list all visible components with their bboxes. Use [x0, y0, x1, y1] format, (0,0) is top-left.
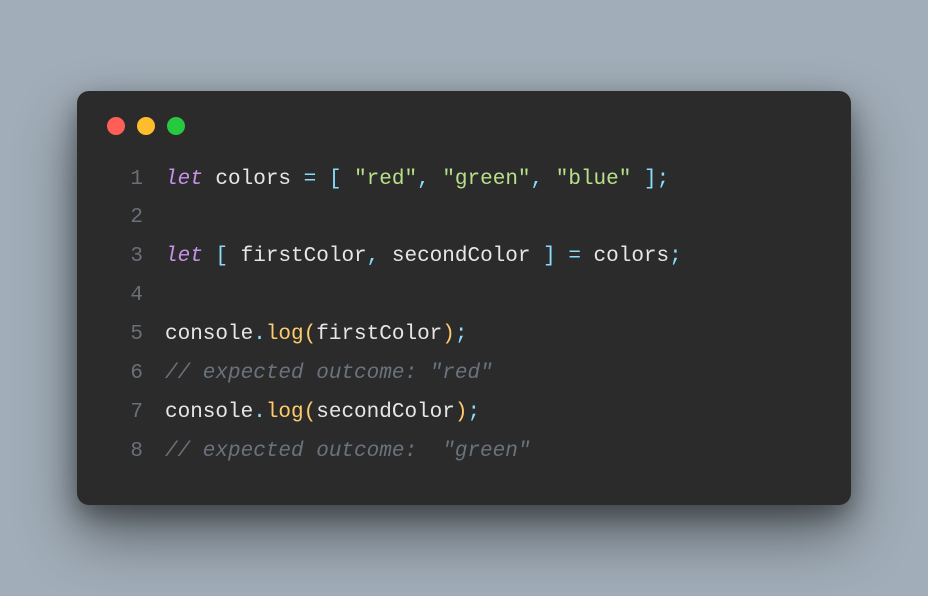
code-token: ; [669, 245, 682, 268]
code-token: "red" [354, 168, 417, 191]
line-number: 1 [105, 161, 143, 200]
code-token: "blue" [556, 168, 632, 191]
code-token: . [253, 323, 266, 346]
code-token [556, 245, 569, 268]
code-token: let [165, 168, 203, 191]
window-close-icon[interactable] [107, 117, 125, 135]
code-line: 4 [105, 277, 823, 316]
code-token: console [165, 323, 253, 346]
code-token: , [367, 245, 380, 268]
line-number: 4 [105, 277, 143, 316]
code-token: = [304, 168, 317, 191]
code-token [203, 245, 216, 268]
code-token: [ [215, 245, 228, 268]
window-zoom-icon[interactable] [167, 117, 185, 135]
code-token: = [568, 245, 581, 268]
code-token: . [253, 401, 266, 424]
code-token [543, 168, 556, 191]
code-token: "green" [442, 168, 530, 191]
code-token: ) [442, 323, 455, 346]
code-token: ; [467, 401, 480, 424]
code-token: firstColor [316, 323, 442, 346]
line-number: 6 [105, 355, 143, 394]
code-token: // expected outcome: "green" [165, 440, 530, 463]
code-token: ] [543, 245, 556, 268]
line-content: console.log(secondColor); [165, 394, 480, 433]
code-token: log [266, 323, 304, 346]
code-token: log [266, 401, 304, 424]
code-token [430, 168, 443, 191]
line-number: 7 [105, 394, 143, 433]
code-token: secondColor [379, 245, 543, 268]
code-token: , [417, 168, 430, 191]
code-token: ; [455, 323, 468, 346]
code-window: 1 let colors = [ "red", "green", "blue" ]… [77, 91, 851, 506]
code-line: 7 console.log(secondColor); [105, 394, 823, 433]
code-line: 8 // expected outcome: "green" [105, 433, 823, 472]
code-token: ( [304, 401, 317, 424]
code-token [341, 168, 354, 191]
line-number: 3 [105, 238, 143, 277]
line-content: // expected outcome: "green" [165, 433, 530, 472]
code-token: ]; [644, 168, 669, 191]
code-token: , [531, 168, 544, 191]
line-number: 5 [105, 316, 143, 355]
code-token: ( [304, 323, 317, 346]
code-token: [ [329, 168, 342, 191]
line-content: // expected outcome: "red" [165, 355, 493, 394]
code-token: colors [203, 168, 304, 191]
code-line: 1 let colors = [ "red", "green", "blue" ]… [105, 161, 823, 200]
code-line: 5 console.log(firstColor); [105, 316, 823, 355]
code-token: console [165, 401, 253, 424]
code-line: 2 [105, 199, 823, 238]
line-content: console.log(firstColor); [165, 316, 468, 355]
code-token: colors [581, 245, 669, 268]
code-token [631, 168, 644, 191]
code-token: secondColor [316, 401, 455, 424]
code-token: firstColor [228, 245, 367, 268]
line-number: 8 [105, 433, 143, 472]
code-token: // expected outcome: "red" [165, 362, 493, 385]
code-block: 1 let colors = [ "red", "green", "blue" ]… [105, 161, 823, 472]
code-token: let [165, 245, 203, 268]
line-number: 2 [105, 199, 143, 238]
code-line: 3 let [ firstColor, secondColor ] = color… [105, 238, 823, 277]
code-line: 6 // expected outcome: "red" [105, 355, 823, 394]
window-titlebar [105, 117, 823, 135]
line-content: let [ firstColor, secondColor ] = colors… [165, 238, 682, 277]
line-content: let colors = [ "red", "green", "blue" ]; [165, 161, 669, 200]
window-minimize-icon[interactable] [137, 117, 155, 135]
code-token: ) [455, 401, 468, 424]
code-token [316, 168, 329, 191]
